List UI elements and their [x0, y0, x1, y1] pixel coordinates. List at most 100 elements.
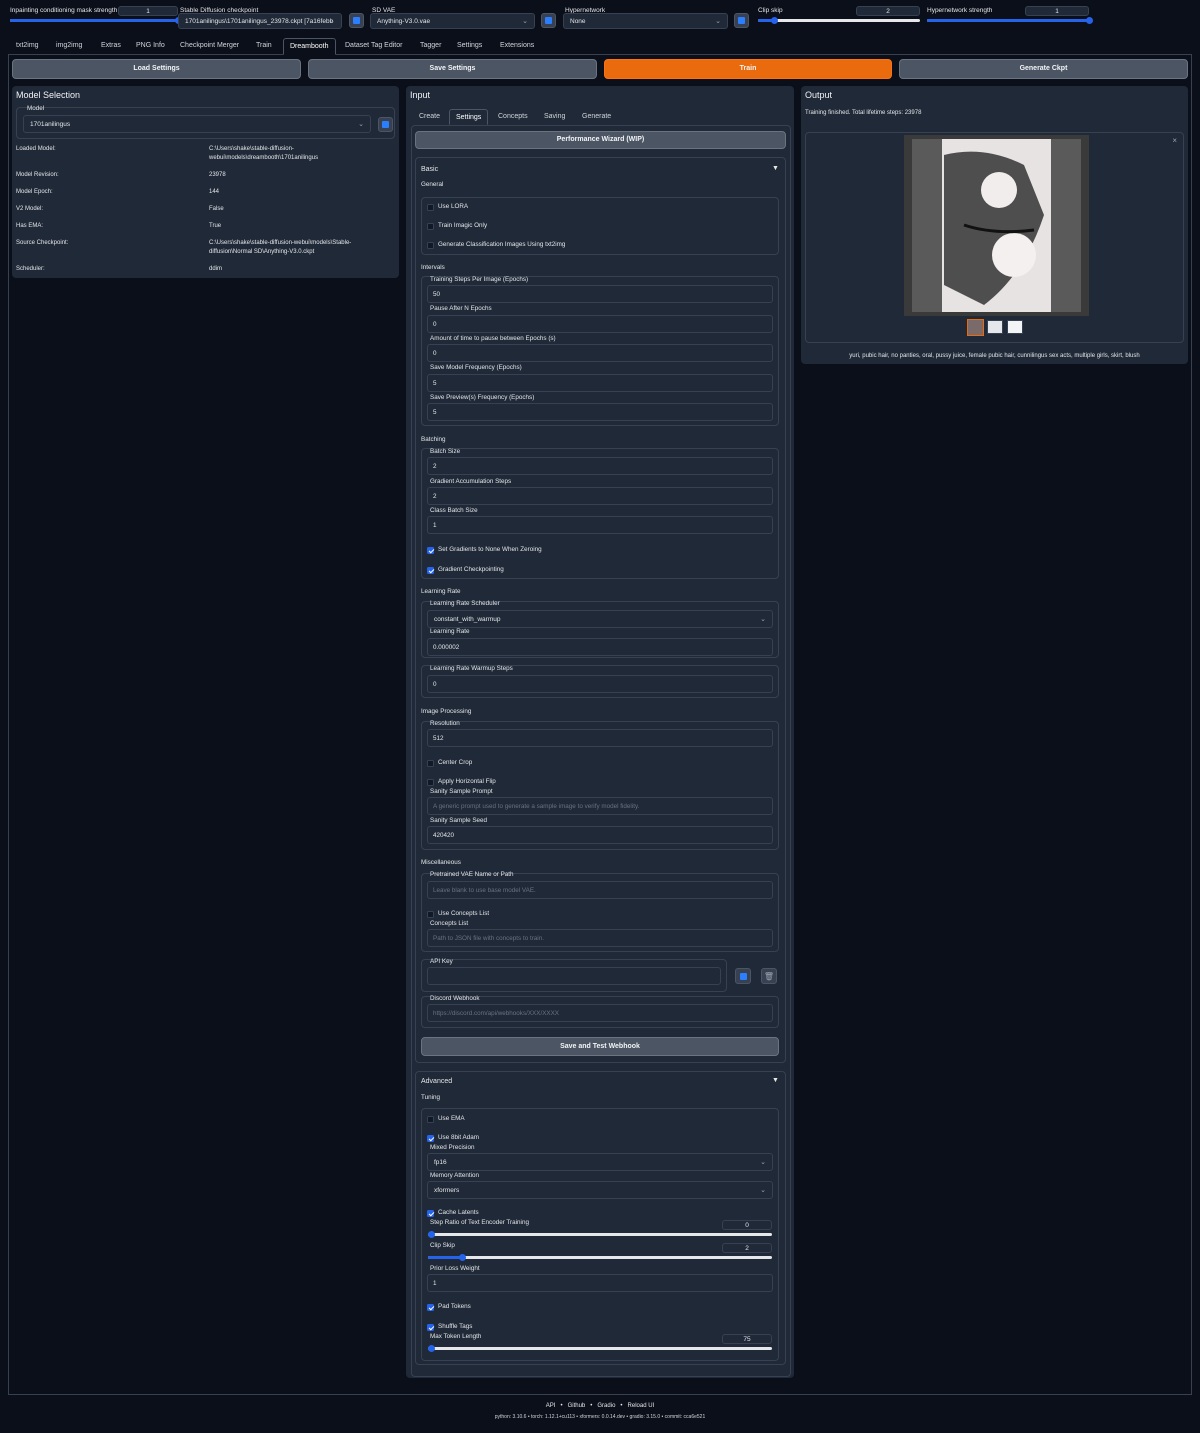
- hypernetwork-dropdown[interactable]: None ⌄: [563, 13, 728, 29]
- vae-path-input[interactable]: Leave blank to use base model VAE.: [427, 881, 773, 899]
- hypernetwork-strength-value[interactable]: 1: [1025, 6, 1089, 16]
- lr-scheduler-dropdown[interactable]: constant_with_warmup ⌄: [427, 610, 773, 628]
- mixed-precision-dropdown[interactable]: fp16 ⌄: [427, 1153, 773, 1171]
- prior-loss-input[interactable]: 1: [427, 1274, 773, 1292]
- shuffle-tags-checkbox[interactable]: Shuffle Tags: [427, 1323, 472, 1331]
- tab-generate[interactable]: Generate: [576, 109, 617, 125]
- tab-tagger[interactable]: Tagger: [414, 38, 447, 55]
- grad-ckpt-checkbox[interactable]: Gradient Checkpointing: [427, 566, 504, 574]
- clip-skip-adv-slider[interactable]: [428, 1254, 772, 1261]
- class-batch-input[interactable]: 1: [427, 516, 773, 534]
- tab-concepts[interactable]: Concepts: [492, 109, 534, 125]
- refresh-hypernetwork-button[interactable]: [734, 13, 749, 28]
- tab-dataset-tag-editor[interactable]: Dataset Tag Editor: [339, 38, 408, 55]
- basic-accordion-title[interactable]: Basic: [421, 166, 438, 173]
- collapse-triangle-icon[interactable]: ▼: [772, 165, 779, 172]
- memory-attention-dropdown[interactable]: xformers ⌄: [427, 1181, 773, 1199]
- checkpoint-dropdown[interactable]: 1701anilingus\1701anilingus_23978.ckpt […: [178, 13, 342, 29]
- clip-skip-adv-value[interactable]: 2: [722, 1243, 772, 1253]
- performance-wizard-button[interactable]: Performance Wizard (WIP): [415, 131, 786, 149]
- inpaint-strength-slider[interactable]: [10, 17, 182, 24]
- tab-train[interactable]: Train: [250, 38, 278, 55]
- step-ratio-value[interactable]: 0: [722, 1220, 772, 1230]
- hypernetwork-strength-knob[interactable]: [1085, 17, 1093, 24]
- max-token-knob[interactable]: [428, 1345, 435, 1352]
- use-lora-checkbox[interactable]: Use LORA: [427, 203, 468, 211]
- gen-class-checkbox[interactable]: Generate Classification Images Using txt…: [427, 241, 565, 249]
- pad-tokens-checkbox[interactable]: Pad Tokens: [427, 1303, 471, 1311]
- sanity-prompt-input[interactable]: A generic prompt used to generate a samp…: [427, 797, 773, 815]
- vae-dropdown[interactable]: Anything-V3.0.vae ⌄: [370, 13, 535, 29]
- train-imagic-checkbox[interactable]: Train Imagic Only: [427, 222, 487, 230]
- tab-png-info[interactable]: PNG Info: [130, 38, 171, 55]
- step-ratio-knob[interactable]: [428, 1231, 435, 1238]
- tab-settings-inner[interactable]: Settings: [449, 109, 489, 125]
- lr-input[interactable]: 0.000002: [427, 638, 773, 656]
- gallery-thumbnail[interactable]: [987, 320, 1003, 334]
- clip-skip-value[interactable]: 2: [856, 6, 920, 16]
- refresh-checkpoint-button[interactable]: [349, 13, 364, 28]
- load-settings-button[interactable]: Load Settings: [12, 59, 301, 79]
- cache-latents-checkbox[interactable]: Cache Latents: [427, 1209, 479, 1217]
- clip-skip-knob[interactable]: [770, 17, 778, 24]
- collapse-triangle-icon[interactable]: ▼: [772, 1077, 779, 1084]
- steps-input[interactable]: 50: [427, 285, 773, 303]
- use-8bit-adam-checkbox[interactable]: Use 8bit Adam: [427, 1134, 479, 1142]
- tab-checkpoint-merger[interactable]: Checkpoint Merger: [174, 38, 245, 55]
- pause-input[interactable]: 0: [427, 315, 773, 333]
- set-grad-none-checkbox[interactable]: Set Gradients to None When Zeroing: [427, 546, 542, 554]
- step-ratio-slider[interactable]: [428, 1231, 772, 1238]
- gallery-thumbnail[interactable]: [1007, 320, 1023, 334]
- footer-link-gradio[interactable]: Gradio: [597, 1403, 615, 1409]
- max-token-slider[interactable]: [428, 1345, 772, 1352]
- tab-extensions[interactable]: Extensions: [494, 38, 540, 55]
- tab-img2img[interactable]: img2img: [50, 38, 88, 55]
- close-icon[interactable]: ×: [1172, 136, 1177, 145]
- footer-link-api[interactable]: API: [546, 1403, 556, 1409]
- output-image[interactable]: [904, 135, 1089, 316]
- warmup-input[interactable]: 0: [427, 675, 773, 693]
- footer-link-reload[interactable]: Reload UI: [628, 1403, 655, 1409]
- hypernetwork-strength-slider[interactable]: [927, 17, 1093, 24]
- save-test-webhook-button[interactable]: Save and Test Webhook: [421, 1037, 779, 1056]
- train-button[interactable]: Train: [604, 59, 892, 79]
- inpaint-strength-value[interactable]: 1: [118, 6, 178, 16]
- tab-saving[interactable]: Saving: [538, 109, 571, 125]
- center-crop-checkbox[interactable]: Center Crop: [427, 759, 472, 767]
- refresh-model-button[interactable]: [378, 117, 393, 132]
- save-settings-button[interactable]: Save Settings: [308, 59, 597, 79]
- pause-time-input[interactable]: 0: [427, 344, 773, 362]
- clip-skip-adv-knob[interactable]: [458, 1254, 466, 1261]
- model-dropdown[interactable]: 1701anilingus ⌄: [23, 115, 371, 133]
- tab-txt2img[interactable]: txt2img: [10, 38, 45, 55]
- tab-settings[interactable]: Settings: [451, 38, 488, 55]
- resolution-input[interactable]: 512: [427, 729, 773, 747]
- gallery-thumbnail[interactable]: [967, 319, 984, 336]
- use-concepts-label: Use Concepts List: [438, 910, 490, 917]
- batch-size-input[interactable]: 2: [427, 457, 773, 475]
- refresh-api-key-button[interactable]: [735, 968, 751, 984]
- info-value: True: [209, 223, 222, 229]
- hflip-checkbox[interactable]: Apply Horizontal Flip: [427, 778, 496, 786]
- checkbox-box: [427, 1210, 434, 1217]
- footer-link-github[interactable]: Github: [568, 1403, 586, 1409]
- use-ema-checkbox[interactable]: Use EMA: [427, 1115, 465, 1123]
- grad-accum-input[interactable]: 2: [427, 487, 773, 505]
- tab-create[interactable]: Create: [413, 109, 446, 125]
- refresh-vae-button[interactable]: [541, 13, 556, 28]
- max-token-value[interactable]: 75: [722, 1334, 772, 1344]
- tab-extras[interactable]: Extras: [95, 38, 127, 55]
- advanced-accordion-title[interactable]: Advanced: [421, 1078, 452, 1085]
- concepts-list-input[interactable]: Path to JSON file with concepts to train…: [427, 929, 773, 947]
- discord-webhook-input[interactable]: https://discord.com/api/webhooks/XXX/XXX…: [427, 1004, 773, 1022]
- generate-ckpt-button[interactable]: Generate Ckpt: [899, 59, 1188, 79]
- api-key-input[interactable]: [427, 967, 721, 985]
- clip-skip-slider[interactable]: [758, 17, 920, 24]
- save-model-freq-input[interactable]: 5: [427, 374, 773, 392]
- use-8bit-adam-label: Use 8bit Adam: [438, 1134, 479, 1141]
- use-concepts-checkbox[interactable]: Use Concepts List: [427, 910, 489, 918]
- sanity-seed-input[interactable]: 420420: [427, 826, 773, 844]
- save-preview-freq-input[interactable]: 5: [427, 403, 773, 421]
- delete-api-key-button[interactable]: 🗑: [761, 968, 777, 984]
- tab-dreambooth[interactable]: Dreambooth: [283, 38, 336, 55]
